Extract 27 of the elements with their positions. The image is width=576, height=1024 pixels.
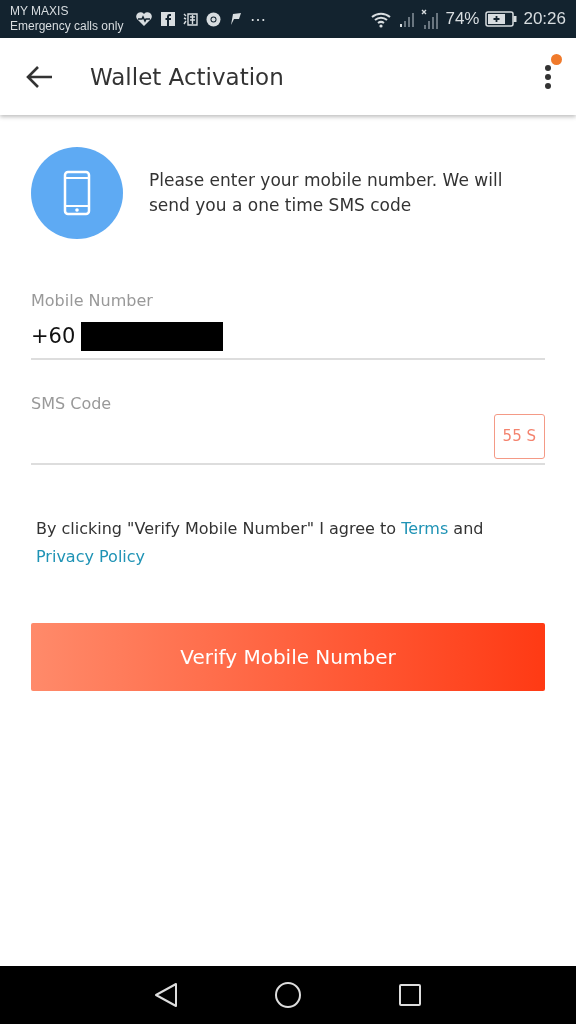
more-vertical-icon <box>544 63 552 90</box>
carrier-name: MY MAXIS <box>10 4 70 19</box>
home-nav-button[interactable] <box>274 981 302 1009</box>
battery-percentage: 74% <box>445 9 480 29</box>
clock-time: 20:26 <box>523 9 566 29</box>
input-field[interactable]: Mobile Number +60 <box>31 291 545 360</box>
consent-text: By clicking "Verify Mobile Number" I agree to Terms and Privacy Policy <box>36 518 485 568</box>
back-nav-button[interactable] <box>154 982 178 1008</box>
field-value: +60 <box>31 324 76 348</box>
heart-icon <box>135 11 154 27</box>
no-signal-icon <box>421 9 440 29</box>
terms-link[interactable]: Terms <box>401 519 449 538</box>
screen-title: Wallet Activation <box>90 63 285 90</box>
browser-icon <box>206 11 222 27</box>
instruction-text: Please enter your mobile number. We will send you a one time SMS code <box>149 169 504 217</box>
signal-icon <box>399 11 416 27</box>
social-app-icon <box>161 12 176 26</box>
countdown-timer: 55 S <box>493 413 545 459</box>
battery-charging-icon <box>485 11 518 27</box>
verify-button[interactable]: Verify Mobile Number <box>31 623 545 691</box>
flag-icon <box>229 12 243 26</box>
recents-nav-button[interactable] <box>398 983 422 1007</box>
shopping-app-icon <box>183 12 199 26</box>
network-status: Emergency calls only <box>10 19 124 34</box>
input-field[interactable]: SMS Code 55 S <box>31 394 545 465</box>
overflow-icon: ⋯ <box>250 9 267 29</box>
privacy-policy-link[interactable]: Privacy Policy <box>36 547 146 566</box>
